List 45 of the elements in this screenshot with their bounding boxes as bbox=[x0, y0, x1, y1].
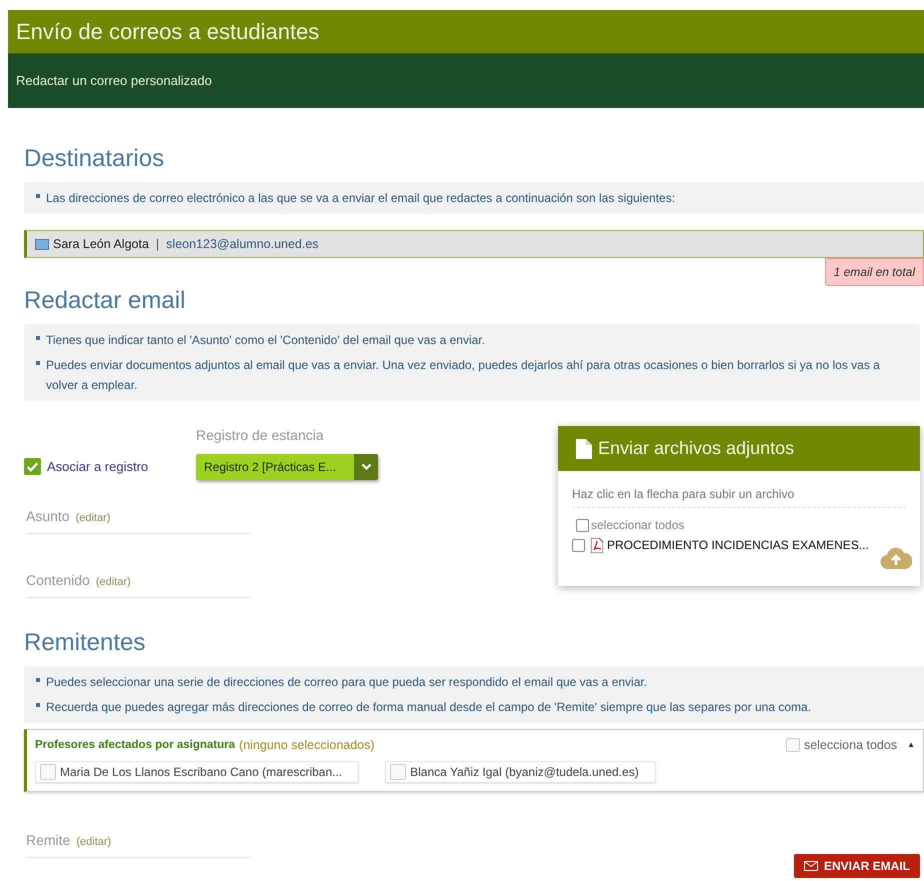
upload-cloud-icon[interactable] bbox=[880, 546, 912, 570]
teacher-option[interactable]: Maria De Los Llanos Escribano Cano (marescriban... bbox=[35, 760, 360, 783]
caret-icon bbox=[354, 454, 378, 480]
group-title: Profesores afectados por asignatura bbox=[35, 738, 236, 753]
checkbox[interactable] bbox=[390, 764, 406, 780]
mail-icon bbox=[35, 238, 49, 250]
email-count-badge: 1 email en total bbox=[824, 258, 924, 286]
bullet-icon bbox=[36, 678, 40, 682]
checkbox[interactable] bbox=[40, 764, 56, 780]
upload-hint: Haz clic en la flecha para subir un archivo bbox=[572, 485, 906, 508]
checkbox-label[interactable]: Asociar a registro bbox=[47, 456, 148, 476]
teacher-option[interactable]: Blanca Yañiz Igal (byaniz@tudela.uned.es) bbox=[385, 760, 656, 783]
note-text: Las direcciones de correo electrónico a las que se va a enviar el email que redactes a continuación son las siguientes: bbox=[46, 190, 676, 207]
bullet-icon bbox=[36, 194, 40, 198]
checkbox[interactable] bbox=[786, 738, 800, 752]
collapse-toggle[interactable]: ▲ bbox=[907, 739, 915, 752]
field-label: Registro de estancia bbox=[196, 426, 325, 445]
file-name[interactable]: PROCEDIMIENTO INCIDENCIAS EXAMENES... bbox=[607, 536, 869, 554]
note-text: Puedes seleccionar una serie de direcciones de correo para que pueda ser respondido el email que vas a enviar. bbox=[46, 674, 648, 691]
checkbox-label[interactable]: selecciona todos bbox=[804, 736, 898, 755]
note-text: Tienes que indicar tanto el 'Asunto' como el 'Contenido' del email que vas a enviar. bbox=[46, 332, 485, 349]
selection-status: (ninguno seleccionados) bbox=[239, 737, 375, 754]
send-email-button[interactable]: ENVIAR EMAIL bbox=[794, 854, 920, 878]
checkbox[interactable] bbox=[576, 518, 589, 532]
panel-title: Enviar archivos adjuntos bbox=[598, 437, 794, 460]
checkbox[interactable] bbox=[24, 458, 41, 475]
recipient-email: sleon123@alumno.uned.es bbox=[166, 236, 319, 253]
bullet-icon bbox=[36, 361, 40, 365]
section-heading: Destinatarios bbox=[24, 144, 166, 174]
checkbox-label[interactable]: seleccionar todos bbox=[591, 516, 684, 534]
section-heading: Remitentes bbox=[24, 628, 146, 658]
bullet-icon bbox=[36, 703, 40, 707]
note-text: Puedes enviar documentos adjuntos al email que vas a enviar. Una vez enviado, puedes dejarlos ahí para otras ocasiones o bien borrarlos si ya no los vas a volver a emplear. bbox=[46, 357, 881, 394]
separator-text: | bbox=[154, 236, 160, 253]
section-heading: Redactar email bbox=[24, 286, 186, 316]
page-subtitle: Redactar un correo personalizado bbox=[16, 72, 212, 90]
note-text: Recuerda que puedes agregar más direcciones de correo de forma manual desde el campo de 'Remite' siempre que las separes por una coma. bbox=[46, 699, 812, 716]
recipient-name: Sara León Algota bbox=[53, 236, 149, 253]
document-icon bbox=[576, 438, 592, 458]
checkbox[interactable] bbox=[572, 538, 585, 552]
envelope-icon bbox=[804, 860, 818, 871]
register-dropdown[interactable]: Registro 2 [Prácticas E... bbox=[196, 454, 378, 480]
page-title: Envío de correos a estudiantes bbox=[16, 18, 320, 46]
pdf-icon bbox=[591, 538, 603, 552]
bullet-icon bbox=[36, 336, 40, 340]
